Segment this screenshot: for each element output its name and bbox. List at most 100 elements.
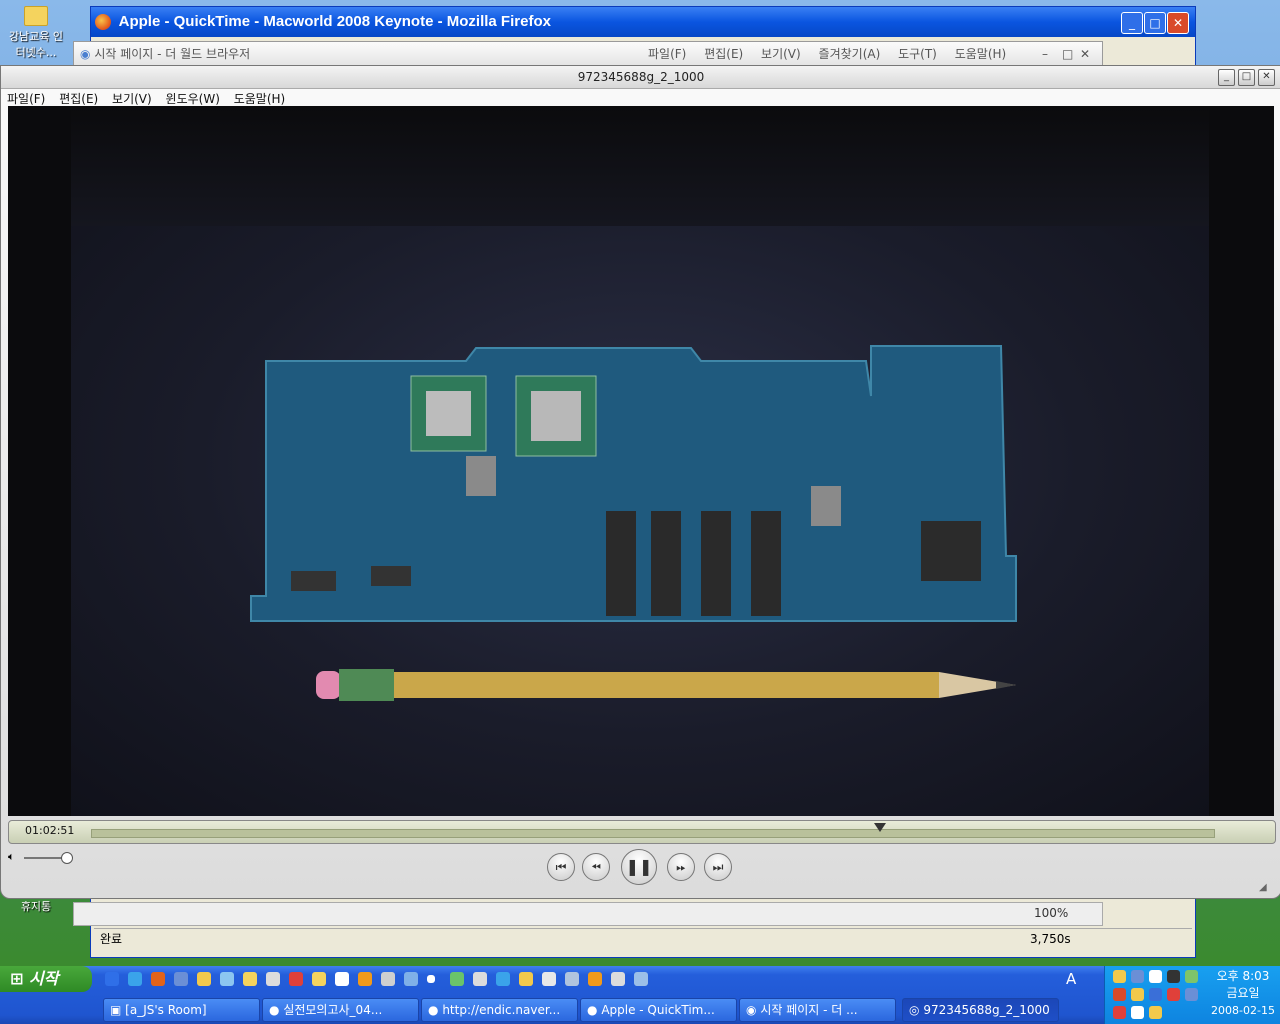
browser-menu-view[interactable]: 보기(V) bbox=[761, 47, 801, 61]
pencil-image bbox=[316, 669, 1016, 701]
qt-menu-window[interactable]: 윈도우(W) bbox=[166, 92, 220, 106]
volume-slider[interactable] bbox=[24, 857, 66, 859]
task-button-apple[interactable]: ● Apple - QuickTim... bbox=[580, 998, 737, 1022]
current-time: 01:02:51 bbox=[25, 824, 75, 837]
tray-icon[interactable] bbox=[1131, 988, 1144, 1001]
qt-menu-file[interactable]: 파일(F) bbox=[7, 92, 45, 106]
status-size: 3,750s bbox=[1030, 932, 1071, 946]
ql-app13-icon[interactable] bbox=[496, 972, 510, 986]
ql-app7-icon[interactable] bbox=[358, 972, 372, 986]
browser-menu-help[interactable]: 도움말(H) bbox=[955, 47, 1007, 61]
ql-app19-icon[interactable] bbox=[634, 972, 648, 986]
video-area[interactable] bbox=[8, 106, 1274, 816]
firefox-icon bbox=[95, 14, 111, 31]
ql-app18-icon[interactable] bbox=[611, 972, 625, 986]
ql-app4-icon[interactable] bbox=[289, 972, 303, 986]
resize-grip[interactable]: ◢ bbox=[1259, 882, 1267, 893]
skip-forward-button[interactable]: ⏭︎ bbox=[704, 853, 732, 881]
qt-menu-help[interactable]: 도움말(H) bbox=[234, 92, 286, 106]
tray-icon[interactable] bbox=[1113, 988, 1126, 1001]
task-button-quicktime[interactable]: ◎ 972345688g_2_1000 bbox=[902, 998, 1059, 1022]
close-button[interactable]: ✕ bbox=[1167, 12, 1189, 34]
qt-menubar: 파일(F) 편집(E) 보기(V) 윈도우(W) 도움말(H) bbox=[7, 90, 295, 107]
ql-app6-icon[interactable] bbox=[335, 972, 349, 986]
ql-app8-icon[interactable] bbox=[381, 972, 395, 986]
ql-app11-icon[interactable] bbox=[450, 972, 464, 986]
ql-folder-icon[interactable] bbox=[243, 972, 257, 986]
windows-logo-icon: ⊞ bbox=[10, 969, 24, 988]
ql-app2-icon[interactable] bbox=[220, 972, 234, 986]
browser-title: 시작 페이지 - 더 월드 브라우저 bbox=[94, 47, 251, 61]
tray-icon[interactable] bbox=[1167, 988, 1180, 1001]
qt-menu-edit[interactable]: 편집(E) bbox=[59, 92, 98, 106]
task-label: 시작 페이지 - 더 ... bbox=[760, 1003, 858, 1017]
browser-maximize-icon[interactable]: □ bbox=[1062, 42, 1073, 66]
ql-app5-icon[interactable] bbox=[312, 972, 326, 986]
ql-app14-icon[interactable] bbox=[519, 972, 533, 986]
ql-browser-icon[interactable] bbox=[128, 972, 142, 986]
browser-minimize-icon[interactable]: – bbox=[1042, 42, 1048, 66]
globe-icon: ◉ bbox=[80, 47, 91, 61]
tray-icon[interactable] bbox=[1113, 970, 1126, 983]
tray-icon[interactable] bbox=[1149, 988, 1162, 1001]
task-button-doc[interactable]: ● 실전모의고사_04... bbox=[262, 998, 419, 1022]
scrubber-track[interactable] bbox=[91, 829, 1215, 838]
clock-time: 오후 8:03 bbox=[1216, 969, 1270, 983]
rewind-button[interactable]: ⏪︎ bbox=[582, 853, 610, 881]
ql-app17-icon[interactable] bbox=[588, 972, 602, 986]
tray-icon[interactable] bbox=[1185, 970, 1198, 983]
ql-app15-icon[interactable] bbox=[542, 972, 556, 986]
qt-maximize-button[interactable]: □ bbox=[1238, 69, 1255, 86]
fast-forward-button[interactable]: ⏩︎ bbox=[667, 853, 695, 881]
tray-icon[interactable] bbox=[1131, 970, 1144, 983]
browser-close-icon[interactable]: ✕ bbox=[1080, 42, 1090, 66]
tray-icon[interactable] bbox=[1149, 1006, 1162, 1019]
ql-app16-icon[interactable] bbox=[565, 972, 579, 986]
browser-statusbar: 100% bbox=[73, 902, 1103, 926]
task-label: Apple - QuickTim... bbox=[601, 1003, 715, 1017]
task-button-folder[interactable]: ▣ [a_JS's Room] bbox=[103, 998, 260, 1022]
qt-minimize-button[interactable]: _ bbox=[1218, 69, 1235, 86]
ql-globe-icon[interactable] bbox=[174, 972, 188, 986]
qt-menu-view[interactable]: 보기(V) bbox=[112, 92, 152, 106]
playhead[interactable] bbox=[873, 823, 886, 832]
ql-firefox-icon[interactable] bbox=[151, 972, 165, 986]
start-label: 시작 bbox=[28, 969, 59, 988]
skip-back-button[interactable]: ⏮︎ bbox=[547, 853, 575, 881]
minimize-button[interactable]: _ bbox=[1121, 12, 1143, 34]
ql-app12-icon[interactable] bbox=[473, 972, 487, 986]
tray-icon[interactable] bbox=[1149, 970, 1162, 983]
ql-app-icon[interactable] bbox=[197, 972, 211, 986]
task-button-endic[interactable]: ● http://endic.naver... bbox=[421, 998, 578, 1022]
browser-menu-edit[interactable]: 편집(E) bbox=[704, 47, 743, 61]
ql-ie-icon[interactable] bbox=[105, 972, 119, 986]
browser-menu-tools[interactable]: 도구(T) bbox=[898, 47, 937, 61]
tray-icon[interactable] bbox=[1185, 988, 1198, 1001]
maximize-button[interactable]: □ bbox=[1144, 12, 1166, 34]
quicktime-icon: ◎ bbox=[909, 1003, 920, 1017]
zoom-level[interactable]: 100% bbox=[1034, 906, 1068, 920]
recycle-bin[interactable]: 휴지통 bbox=[6, 898, 66, 914]
start-button[interactable]: ⊞ 시작 bbox=[0, 966, 92, 992]
ql-app9-icon[interactable] bbox=[404, 972, 418, 986]
tray-icon[interactable] bbox=[1167, 970, 1180, 983]
status-text: 완료 bbox=[100, 932, 123, 946]
ql-app10-icon[interactable] bbox=[427, 975, 435, 983]
browser-menu-favorites[interactable]: 즐겨찾기(A) bbox=[819, 47, 881, 61]
pause-button[interactable]: ❚❚ bbox=[621, 849, 657, 885]
ql-app3-icon[interactable] bbox=[266, 972, 280, 986]
tray-icon[interactable] bbox=[1131, 1006, 1144, 1019]
firefox-icon: ● bbox=[587, 1003, 598, 1017]
volume-knob[interactable] bbox=[61, 852, 73, 864]
quicktime-titlebar: 972345688g_2_1000 bbox=[1, 66, 1280, 89]
speaker-icon: 🔈︎ bbox=[8, 850, 15, 863]
qt-close-button[interactable]: ✕ bbox=[1258, 69, 1275, 86]
clock[interactable]: 오후 8:03 금요일 2008-02-15 bbox=[1209, 968, 1277, 1019]
slide-top bbox=[71, 106, 1209, 226]
task-button-startpage[interactable]: ◉ 시작 페이지 - 더 ... bbox=[739, 998, 896, 1022]
tray-icon[interactable] bbox=[1113, 1006, 1126, 1019]
desktop-shortcut[interactable]: 강남교육 인터넷수... bbox=[6, 6, 66, 60]
browser-menu-file[interactable]: 파일(F) bbox=[648, 47, 686, 61]
desktop-shortcut-label: 강남교육 인터넷수... bbox=[8, 30, 64, 59]
language-indicator[interactable]: A bbox=[1066, 970, 1076, 988]
